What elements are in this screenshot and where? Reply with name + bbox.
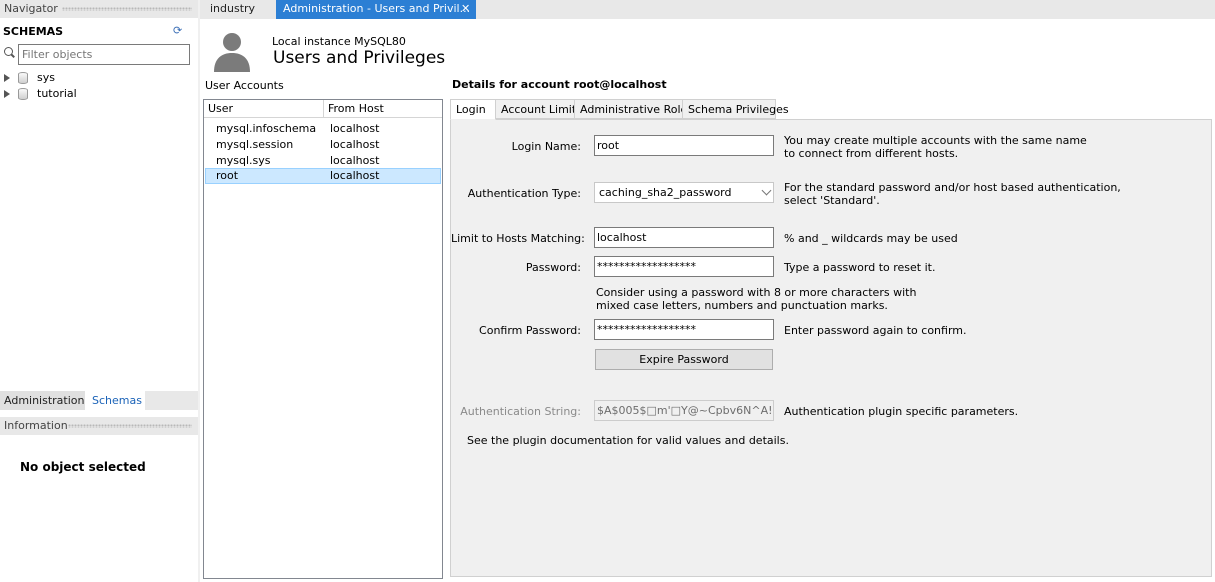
password-note-1: Consider using a password with 8 or more… — [596, 286, 917, 299]
column-header-host[interactable]: From Host — [324, 100, 442, 118]
login-name-label: Login Name: — [511, 140, 581, 153]
expire-password-button[interactable]: Expire Password — [595, 349, 773, 370]
auth-type-value: caching_sha2_password — [599, 186, 732, 199]
host-cell: localhost — [330, 138, 380, 151]
login-name-help-2: to connect from different hosts. — [784, 147, 959, 160]
tab-administration-users[interactable]: Administration - Users and Privil... — [276, 0, 476, 19]
database-icon — [18, 88, 28, 100]
tab-account-limits[interactable]: Account Limits — [495, 99, 582, 119]
schemas-title: SCHEMAS — [3, 25, 64, 38]
navigator-title: Navigator — [4, 2, 58, 15]
auth-type-help-1: For the standard password and/or host ba… — [784, 181, 1121, 194]
auth-string-label: Authentication String: — [460, 405, 581, 418]
tab-schema-privileges[interactable]: Schema Privileges — [682, 99, 789, 119]
navigator-tabs: Administration Schemas — [0, 391, 198, 410]
tab-administrative-roles[interactable]: Administrative Roles — [574, 99, 693, 119]
panel-grip[interactable] — [68, 424, 192, 428]
user-cell: mysql.infoschema — [216, 122, 317, 135]
close-icon[interactable]: ✕ — [461, 2, 470, 15]
filter-objects-input[interactable] — [18, 44, 190, 65]
information-title: Information — [4, 419, 68, 432]
password-note-2: mixed case letters, numbers and punctuat… — [596, 299, 888, 312]
navigator-panel: Navigator SCHEMAS ⟳ sys tutorial Adminis… — [0, 0, 198, 582]
plugin-note: See the plugin documentation for valid v… — [467, 434, 789, 447]
user-cell: mysql.session — [216, 138, 294, 151]
auth-type-select[interactable]: caching_sha2_password — [594, 182, 774, 203]
password-input[interactable]: ****************** — [594, 256, 774, 277]
tab-administration[interactable]: Administration — [0, 391, 89, 410]
auth-string-help: Authentication plugin specific parameter… — [784, 405, 1019, 418]
column-header-user[interactable]: User — [204, 100, 324, 118]
auth-type-label: Authentication Type: — [467, 187, 581, 200]
panel-grip[interactable] — [62, 7, 192, 11]
user-accounts-label: User Accounts — [205, 79, 284, 92]
user-accounts-list[interactable]: User From Host mysql.infoschema localhos… — [203, 99, 443, 579]
hosts-input[interactable]: localhost — [594, 227, 774, 248]
table-row-selected[interactable]: root localhost — [205, 168, 441, 184]
auth-string-input: $A$005$□m'□Y@~Cpbv6N^A!c□s — [594, 400, 774, 421]
refresh-icon[interactable]: ⟳ — [173, 24, 182, 37]
expand-arrow-icon[interactable] — [4, 74, 10, 82]
chevron-down-icon[interactable] — [761, 185, 772, 196]
login-name-input[interactable]: root — [594, 135, 774, 156]
confirm-password-input[interactable]: ****************** — [594, 319, 774, 340]
hosts-help: % and _ wildcards may be used — [784, 232, 958, 245]
information-header: Information — [0, 417, 198, 435]
tab-schemas[interactable]: Schemas — [85, 391, 145, 410]
schema-label: tutorial — [37, 87, 77, 100]
database-icon — [18, 72, 28, 84]
login-name-help-1: You may create multiple accounts with th… — [784, 134, 1087, 147]
host-cell: localhost — [330, 154, 380, 167]
tab-login[interactable]: Login — [450, 99, 496, 120]
schema-label: sys — [37, 71, 55, 84]
host-cell: localhost — [330, 122, 380, 135]
tab-industry[interactable]: industry — [203, 0, 273, 19]
table-row[interactable]: mysql.infoschema localhost — [205, 121, 441, 137]
user-cell: root — [216, 169, 239, 182]
no-object-label: No object selected — [20, 460, 146, 474]
navigator-header: Navigator — [0, 0, 198, 18]
expand-arrow-icon[interactable] — [4, 90, 10, 98]
password-label: Password: — [525, 261, 581, 274]
hosts-label: Limit to Hosts Matching: — [451, 232, 585, 245]
confirm-password-label: Confirm Password: — [479, 324, 581, 337]
user-avatar-icon — [214, 33, 250, 72]
user-cell: mysql.sys — [216, 154, 271, 167]
table-row[interactable]: mysql.session localhost — [205, 137, 441, 153]
page-title: Users and Privileges — [273, 48, 446, 68]
confirm-password-help: Enter password again to confirm. — [784, 324, 967, 337]
instance-label: Local instance MySQL80 — [272, 35, 406, 48]
auth-type-help-2: select 'Standard'. — [784, 194, 880, 207]
password-help: Type a password to reset it. — [784, 261, 936, 274]
table-row[interactable]: mysql.sys localhost — [205, 153, 441, 169]
host-cell: localhost — [330, 169, 380, 182]
search-icon — [4, 47, 13, 56]
details-title: Details for account root@localhost — [452, 78, 667, 91]
